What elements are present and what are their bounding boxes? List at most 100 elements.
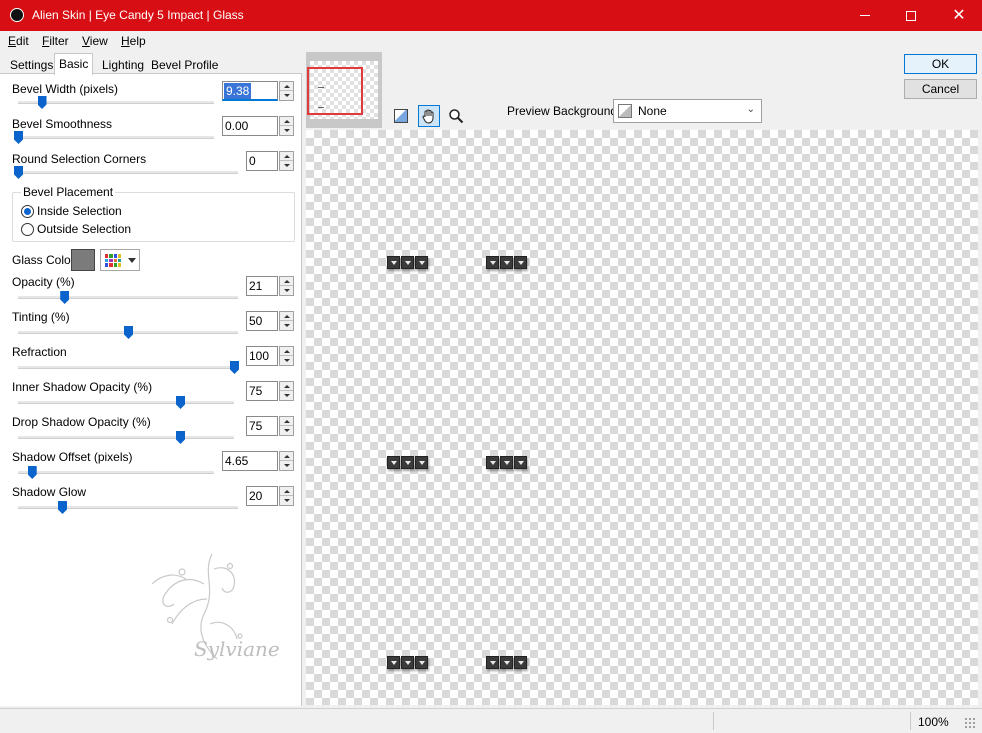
bevel-smoothness-spinner[interactable] [279, 116, 294, 136]
minimize-button[interactable] [842, 0, 888, 31]
round-corners-input[interactable]: 0 [246, 151, 278, 171]
opacity-input[interactable]: 21 [246, 276, 278, 296]
navigator-viewport-frame[interactable] [307, 67, 363, 115]
menu-view[interactable]: View [82, 34, 108, 48]
drop-shadow-spinner[interactable] [279, 416, 294, 436]
spin-down[interactable] [280, 391, 293, 400]
menu-edit[interactable]: Edit [8, 34, 29, 48]
shadow-offset-slider[interactable] [18, 466, 214, 480]
slider-thumb[interactable] [14, 166, 23, 179]
bevel-smoothness-input[interactable]: 0.00 [222, 116, 278, 136]
tab-lighting[interactable]: Lighting [98, 55, 148, 74]
tinting-spinner[interactable] [279, 311, 294, 331]
slider-thumb[interactable] [37, 96, 47, 109]
spin-up[interactable] [280, 417, 293, 426]
preview-background-select[interactable]: None ⌄ [613, 99, 762, 123]
slider-thumb[interactable] [58, 501, 67, 514]
close-button[interactable]: ✕ [936, 0, 982, 31]
glass-color-swatch[interactable] [71, 249, 95, 271]
app-icon [10, 8, 24, 22]
refraction-value: 100 [249, 349, 270, 363]
slider-thumb[interactable] [176, 396, 185, 409]
glass-arrow-button [387, 656, 400, 669]
ok-button[interactable]: OK [904, 54, 977, 74]
spin-down[interactable] [280, 356, 293, 365]
spin-down[interactable] [280, 126, 293, 135]
spin-down[interactable] [280, 91, 293, 100]
color-picker-button[interactable] [100, 249, 140, 271]
glass-button-group [387, 656, 428, 669]
tab-settings[interactable]: Settings [6, 55, 57, 74]
inner-shadow-label: Inner Shadow Opacity (%) [12, 380, 153, 394]
spin-up[interactable] [280, 117, 293, 126]
round-corners-slider[interactable] [14, 166, 238, 180]
shadow-glow-spinner[interactable] [279, 486, 294, 506]
shadow-glow-slider[interactable] [18, 501, 238, 515]
inner-shadow-input[interactable]: 75 [246, 381, 278, 401]
hand-tool-button[interactable] [418, 105, 440, 127]
spin-up[interactable] [280, 82, 293, 91]
outside-selection-radio[interactable] [21, 223, 34, 236]
slider-thumb[interactable] [60, 291, 70, 304]
inside-selection-radio[interactable] [21, 205, 34, 218]
spin-up[interactable] [280, 487, 293, 496]
slider-thumb[interactable] [124, 326, 133, 339]
shadow-offset-label: Shadow Offset (pixels) [12, 450, 133, 464]
bevel-width-slider[interactable] [18, 96, 214, 110]
tab-bevel-profile[interactable]: Bevel Profile [147, 55, 222, 74]
outside-selection-label[interactable]: Outside Selection [37, 222, 131, 236]
opacity-spinner[interactable] [279, 276, 294, 296]
shadow-glow-input[interactable]: 20 [246, 486, 278, 506]
chevron-down-icon: ⌄ [746, 104, 755, 115]
cancel-button[interactable]: Cancel [904, 79, 977, 99]
drop-shadow-input[interactable]: 75 [246, 416, 278, 436]
refraction-slider[interactable] [18, 361, 239, 375]
slider-thumb[interactable] [27, 466, 37, 479]
resize-grip-icon[interactable] [964, 717, 976, 729]
opacity-slider[interactable] [18, 291, 238, 305]
round-corners-spinner[interactable] [279, 151, 294, 171]
bevel-smoothness-slider[interactable] [14, 131, 214, 145]
spin-down[interactable] [280, 161, 293, 170]
slider-thumb[interactable] [176, 431, 185, 444]
spin-down[interactable] [280, 426, 293, 435]
slider-thumb[interactable] [230, 361, 239, 374]
tab-basic[interactable]: Basic [54, 53, 94, 75]
inner-shadow-slider[interactable] [18, 396, 234, 410]
spin-down[interactable] [280, 496, 293, 505]
refraction-spinner[interactable] [279, 346, 294, 366]
glass-arrow-button [415, 256, 428, 269]
glass-arrow-button [401, 256, 414, 269]
inside-selection-label[interactable]: Inside Selection [37, 204, 122, 218]
drop-shadow-slider[interactable] [18, 431, 234, 445]
glass-arrow-button [500, 256, 513, 269]
menu-help[interactable]: Help [121, 34, 146, 48]
slider-thumb[interactable] [14, 131, 23, 144]
close-icon: ✕ [952, 6, 966, 24]
zoom-tool-button[interactable] [445, 105, 467, 127]
glass-button-group [387, 256, 428, 269]
inner-shadow-spinner[interactable] [279, 381, 294, 401]
spin-up[interactable] [280, 152, 293, 161]
spin-up[interactable] [280, 312, 293, 321]
refraction-input[interactable]: 100 [246, 346, 278, 366]
spin-down[interactable] [280, 461, 293, 470]
bevel-width-spinner[interactable] [279, 81, 294, 101]
spin-down[interactable] [280, 286, 293, 295]
tinting-slider[interactable] [18, 326, 238, 340]
navigator-tool-button[interactable] [390, 105, 412, 127]
bevel-smoothness-value: 0.00 [225, 119, 249, 133]
spin-up[interactable] [280, 382, 293, 391]
spin-up[interactable] [280, 347, 293, 356]
bevel-width-input[interactable]: 9.38 [222, 81, 278, 101]
spin-up[interactable] [280, 277, 293, 286]
menu-filter[interactable]: Filter [42, 34, 69, 48]
shadow-offset-input[interactable]: 4.65 [222, 451, 278, 471]
maximize-button[interactable] [888, 0, 934, 31]
tinting-input[interactable]: 50 [246, 311, 278, 331]
shadow-offset-spinner[interactable] [279, 451, 294, 471]
spin-down[interactable] [280, 321, 293, 330]
preview-canvas[interactable] [306, 130, 978, 705]
glass-button-group [387, 456, 428, 469]
spin-up[interactable] [280, 452, 293, 461]
